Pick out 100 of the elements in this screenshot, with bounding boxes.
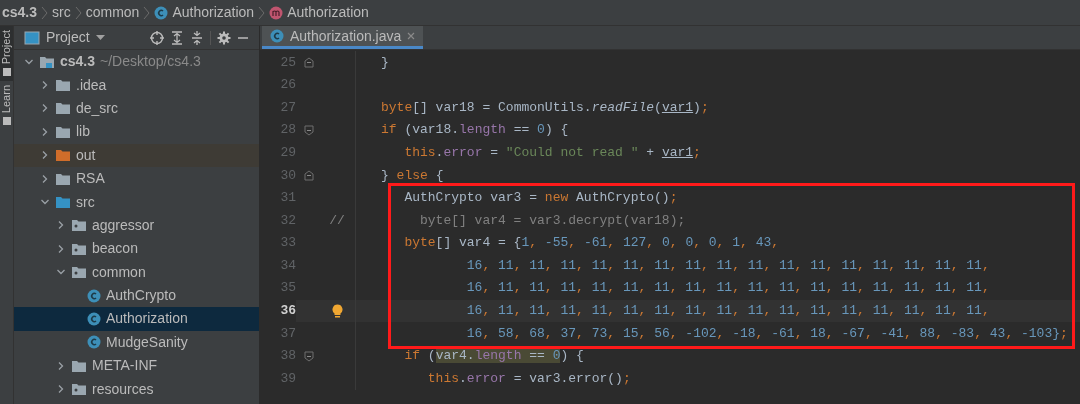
- code-line: AuthCrypto var3 = new AuthCrypto();: [403, 189, 678, 208]
- tree-row[interactable]: AuthCrypto: [14, 283, 259, 308]
- fold-marker-icon[interactable]: [304, 56, 314, 68]
- class-icon: [154, 5, 169, 20]
- code-line: byte[] var4 = var3.decrypt(var18);: [419, 211, 686, 230]
- tree-label: cs4.3: [60, 52, 96, 72]
- collapse-chevron-icon[interactable]: [56, 360, 66, 371]
- class-icon: [87, 335, 101, 350]
- code-line: 16, 58, 68, 37, 73, 15, 56, -102, -18, -61, 18, -67, -41, 88, -83, 43, -103};: [465, 324, 1068, 343]
- line-number: 28: [280, 121, 296, 140]
- breadcrumb-item[interactable]: cs4.3: [2, 2, 38, 23]
- tree-label: Authorization: [106, 309, 188, 329]
- collapse-chevron-icon[interactable]: [40, 173, 50, 184]
- tree-label: META-INF: [92, 356, 158, 376]
- separator-icon: [143, 5, 151, 20]
- breadcrumb-item[interactable]: common: [85, 2, 140, 23]
- tree-row[interactable]: lib: [14, 120, 259, 144]
- tree-row[interactable]: .idea: [14, 73, 259, 97]
- line-number: 25: [280, 53, 296, 72]
- line-number: 26: [280, 76, 296, 95]
- class-icon: [87, 288, 101, 303]
- breadcrumb-item[interactable]: Authorization: [172, 2, 255, 23]
- fold-marker-icon[interactable]: [304, 350, 314, 362]
- collapse-chevron-icon[interactable]: [40, 80, 50, 91]
- tree-row[interactable]: MudgeSanity: [14, 330, 259, 355]
- expand-all-icon[interactable]: [170, 30, 184, 45]
- collapse-chevron-icon[interactable]: [40, 150, 50, 161]
- tree-row[interactable]: out: [14, 143, 259, 167]
- tool-window-tab[interactable]: Project: [0, 26, 13, 82]
- panel-title[interactable]: Project: [46, 27, 90, 48]
- separator-icon: [258, 5, 266, 20]
- code-line: if (var4.length == 0) {: [403, 347, 584, 366]
- code-line: this.error = var3.error();: [426, 369, 631, 388]
- tree-row[interactable]: META-INF: [14, 354, 259, 378]
- close-icon[interactable]: [407, 32, 416, 40]
- tree-row[interactable]: RSA: [14, 166, 259, 191]
- code-line: } else {: [381, 166, 444, 185]
- separator-icon: [41, 5, 49, 20]
- line-number: 37: [280, 324, 296, 343]
- code-line: 16, 11, 11, 11, 11, 11, 11, 11, 11, 11, 11, 11, 11, 11, 11, 11, 11,: [465, 302, 990, 321]
- collapse-chevron-icon[interactable]: [40, 126, 50, 137]
- line-number: 31: [280, 189, 296, 208]
- tree-row[interactable]: de_src: [14, 96, 259, 121]
- dropdown-caret-icon[interactable]: [95, 34, 105, 41]
- collapse-chevron-icon[interactable]: [40, 103, 50, 114]
- package-icon: [71, 241, 87, 256]
- code-line: }: [381, 53, 389, 72]
- collapse-chevron-icon[interactable]: [56, 243, 66, 254]
- line-number: 29: [280, 143, 296, 162]
- tree-row[interactable]: aggressor: [14, 213, 259, 238]
- tree-label: beacon: [92, 239, 138, 259]
- tool-window-tab[interactable]: Learn: [0, 81, 13, 131]
- breadcrumb-item[interactable]: Authorization: [287, 2, 369, 23]
- editor-tab[interactable]: Authorization.java: [262, 26, 424, 49]
- breadcrumb-item[interactable]: src: [52, 2, 71, 23]
- class-icon: [270, 29, 284, 43]
- line-number: 27: [280, 98, 296, 117]
- lightbulb-icon[interactable]: [331, 303, 343, 318]
- code-line: this.error = "Could not read " + var1;: [403, 143, 701, 162]
- tree-label: de_src: [76, 98, 119, 118]
- line-number: 35: [280, 279, 296, 298]
- tree-label: aggressor: [92, 215, 155, 235]
- collapse-chevron-icon[interactable]: [56, 220, 66, 231]
- line-number: 39: [280, 369, 296, 388]
- line-number: 32: [280, 211, 296, 230]
- fold-marker-icon[interactable]: [304, 169, 314, 181]
- tree-row[interactable]: resources: [14, 377, 259, 401]
- code-line: byte[] var4 = {1, -55, -61, 127, 0, 0, 0, 1, 43,: [403, 234, 780, 253]
- module-icon: [39, 54, 55, 69]
- tree-row[interactable]: src: [14, 190, 259, 214]
- tree-label: resources: [92, 379, 154, 399]
- line-number: 38: [280, 347, 296, 366]
- tree-row[interactable]: beacon: [14, 237, 259, 261]
- tree-label: common: [92, 262, 146, 282]
- tree-label: MudgeSanity: [106, 332, 188, 352]
- tree-label: .idea: [76, 75, 107, 95]
- tree-row[interactable]: common: [14, 260, 259, 284]
- locate-icon[interactable]: [150, 30, 164, 45]
- collapse-chevron-icon[interactable]: [56, 384, 66, 395]
- line-number: 36: [280, 302, 296, 321]
- tree-label: RSA: [76, 169, 105, 189]
- collapse-all-icon[interactable]: [190, 30, 204, 45]
- method-icon: [269, 5, 284, 20]
- window-icon: [24, 30, 40, 45]
- tree-row[interactable]: Authorization: [14, 307, 259, 331]
- line-number: 30: [280, 166, 296, 185]
- tree-row[interactable]: cs4.3 ~/Desktop/cs4.3: [14, 50, 259, 74]
- code-line: byte[] var18 = CommonUtils.readFile(var1);: [381, 98, 709, 117]
- line-number: 33: [280, 234, 296, 253]
- package-icon: [71, 218, 87, 233]
- line-number: 34: [280, 256, 296, 275]
- tree-path: ~/Desktop/cs4.3: [100, 52, 201, 72]
- package-icon: [71, 382, 87, 397]
- code-line: if (var18.length == 0) {: [381, 121, 569, 140]
- tree-label: out: [76, 145, 96, 165]
- package-icon: [71, 265, 87, 280]
- fold-marker-icon[interactable]: [304, 124, 314, 136]
- class-icon: [87, 312, 101, 326]
- settings-icon[interactable]: [217, 30, 231, 45]
- code-line: 16, 11, 11, 11, 11, 11, 11, 11, 11, 11, 11, 11, 11, 11, 11, 11, 11,: [465, 279, 990, 298]
